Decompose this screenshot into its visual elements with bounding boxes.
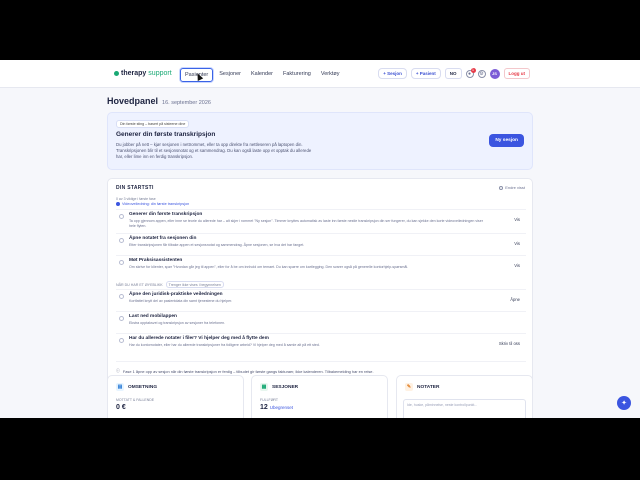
new-session-primary-button[interactable]: Ny sesjon: [489, 134, 524, 147]
optional-section-label: NÅR DU HAR ET ØYEBLIKK Trenger ikke vise…: [116, 281, 224, 288]
task-description: Ta opp gjennom appen, eller inne se teor…: [129, 219, 483, 228]
assistant-fab-button[interactable]: ✦: [617, 396, 631, 410]
task-item[interactable]: Åpne notatet fra sesjonen din Etter tran…: [116, 233, 526, 253]
logo-mark-icon: [114, 71, 119, 76]
page-header: Hovedpanel 16. september 2026: [107, 96, 211, 106]
gear-icon[interactable]: ⚙: [477, 69, 486, 78]
task-radio-icon[interactable]: [119, 338, 124, 343]
optional-task-item[interactable]: Last ned mobilappen Ekstra opptaksvei og…: [116, 311, 526, 331]
language-selector[interactable]: NO: [444, 68, 462, 79]
revenue-title: OMSETNING: [128, 384, 158, 390]
revenue-value: 0 €: [116, 404, 126, 411]
sessions-extra: Ubegrenset: [269, 405, 294, 410]
task-radio-icon[interactable]: [119, 316, 124, 321]
task-radio-icon[interactable]: [119, 214, 124, 219]
task-title: Møt Praksisassistenten: [129, 258, 183, 263]
nav-link-billing[interactable]: Fakturering: [279, 68, 315, 82]
task-action-button[interactable]: Vis: [514, 217, 520, 222]
top-navigation: therapy support Pasienter Sesjoner Kalen…: [0, 60, 640, 88]
optional-task-item[interactable]: Åpne den juridisk-praktiske veiledningen…: [116, 289, 526, 309]
circle-icon: [499, 185, 504, 190]
task-title: Last ned mobilappen: [129, 314, 177, 319]
notes-card: ✎ NOTATER Ide, huske, påminnelse, neste k…: [396, 375, 533, 418]
revenue-card[interactable]: ▤ OMSETNING MOTTATT & FALLENDE 0 €: [107, 375, 244, 418]
notification-badge: 1: [470, 67, 476, 73]
nav-links: Pasienter Sesjoner Kalender Fakturering …: [180, 68, 345, 82]
task-item[interactable]: Møt Praksisassistenten Om skrive for kli…: [116, 255, 526, 275]
calendar-icon: ▦: [260, 383, 268, 391]
info-icon: ⓘ: [116, 368, 120, 373]
hero-description: Du jobber på nett – kjør sesjonen i nett…: [116, 142, 312, 159]
optional-task-item[interactable]: Har du allerede notater i filer? Vi hjel…: [116, 333, 526, 357]
hide-label: Endre visst: [505, 185, 525, 190]
start-path-heading: DIN STARTSTI: [116, 185, 154, 191]
progress-text: 0 av 3 viktige i første fase: [116, 197, 156, 201]
bell-icon[interactable]: ● 1: [465, 67, 476, 78]
logo[interactable]: therapy support: [114, 70, 172, 77]
notes-card-header: ✎ NOTATER: [405, 383, 439, 391]
new-patient-button[interactable]: + Pasient: [410, 68, 441, 79]
logout-button[interactable]: Logg ut: [503, 68, 530, 79]
video-guide-link[interactable]: Videoveiledning: din første transkripsjo…: [116, 202, 189, 206]
logo-text-primary: therapy: [121, 70, 147, 77]
nav-link-calendar[interactable]: Kalender: [247, 68, 277, 82]
task-description: Ekstra opptaksvei og transkripsjon av se…: [129, 321, 226, 325]
page-title: Hovedpanel: [107, 96, 159, 106]
logo-text-secondary: support: [148, 70, 172, 77]
sessions-title: SESJONER: [272, 384, 299, 390]
optional-label-text: NÅR DU HAR ET ØYEBLIKK: [116, 282, 163, 287]
task-description: Har du kontornotater, eller har du aller…: [129, 343, 320, 347]
task-radio-icon[interactable]: [119, 238, 124, 243]
app-viewport: therapy support Pasienter Sesjoner Kalen…: [0, 60, 640, 418]
task-title: Åpne den juridisk-praktiske veiledningen: [129, 292, 223, 297]
avatar[interactable]: JS: [489, 68, 500, 79]
nav-actions: + Sesjon + Pasient NO ● 1 ⚙ JS Logg ut: [378, 67, 530, 79]
sessions-card-header: ▦ SESJONER: [260, 383, 298, 391]
sessions-subtitle: FULLFØRT: [260, 398, 279, 402]
revenue-card-header: ▤ OMSETNING: [116, 383, 157, 391]
task-radio-icon[interactable]: [119, 260, 124, 265]
hero-title: Generer din første transkripsjon: [116, 131, 216, 138]
task-description: Kortfattet knytt del av pasientdata din …: [129, 299, 233, 303]
new-session-button[interactable]: + Sesjon: [378, 68, 407, 79]
sparkle-icon: ✦: [621, 400, 627, 407]
task-action-button[interactable]: Vis: [514, 241, 520, 246]
check-icon: [116, 202, 120, 206]
task-title: Har du allerede notater i filer? Vi hjel…: [129, 336, 269, 341]
hero-tag: Din første sting – basert på sisteene di…: [116, 120, 190, 128]
sessions-value: 12 Ubegrenset: [260, 404, 293, 411]
hide-start-path-link[interactable]: Endre visst: [499, 185, 525, 190]
task-action-button[interactable]: Åpne: [510, 297, 520, 302]
notes-input[interactable]: Ide, huske, påminnelse, neste kontrollpu…: [403, 399, 526, 418]
task-radio-icon[interactable]: [119, 294, 124, 299]
optional-pill: Trenger ikke vises i begynnelsen: [165, 281, 224, 288]
sessions-count: 12: [260, 404, 268, 411]
sessions-card[interactable]: ▦ SESJONER FULLFØRT 12 Ubegrenset: [251, 375, 388, 418]
task-description: Etter transkripsjonen får tilbake appen …: [129, 243, 305, 247]
task-action-button[interactable]: Skriv til oss: [499, 341, 520, 346]
footnote: ⓘ Fase 1 åpne opp av sesjon når din førs…: [116, 361, 526, 374]
revenue-subtitle: MOTTATT & FALLENDE: [116, 398, 155, 402]
footnote-text: Fase 1 åpne opp av sesjon når din første…: [122, 368, 374, 374]
task-action-button[interactable]: Vis: [514, 263, 520, 268]
nav-link-tools[interactable]: Verktøy: [317, 68, 344, 82]
page-date: 16. september 2026: [162, 100, 211, 106]
note-icon: ✎: [405, 383, 413, 391]
notes-title: NOTATER: [417, 384, 440, 390]
task-title: Åpne notatet fra sesjonen din: [129, 236, 197, 241]
task-item[interactable]: Generer din første transkripsjon Ta opp …: [116, 209, 526, 231]
task-description: Om skrive for klienter, spør "Hvordan gå…: [129, 265, 409, 269]
task-title: Generer din første transkripsjon: [129, 212, 203, 217]
hero-card: Din første sting – basert på sisteene di…: [107, 112, 533, 170]
video-guide-label: Videoveiledning: din første transkripsjo…: [122, 202, 190, 206]
nav-link-sessions[interactable]: Sesjoner: [215, 68, 245, 82]
chart-icon: ▤: [116, 383, 124, 391]
